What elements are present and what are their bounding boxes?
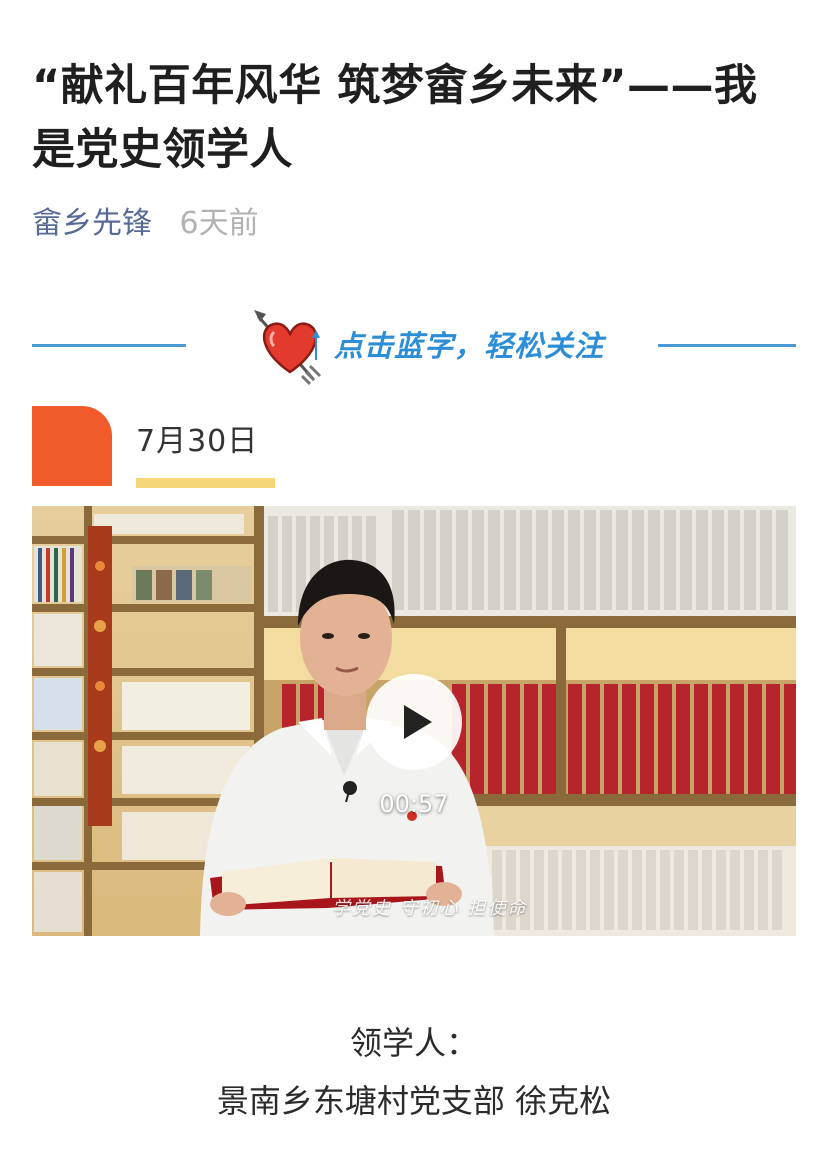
play-icon <box>404 705 432 739</box>
caption-label: 领学人： <box>349 1024 478 1062</box>
play-button[interactable] <box>366 674 462 770</box>
date-accent-block <box>32 406 112 486</box>
divider-line-right <box>658 344 796 347</box>
date-label: 7月30日 <box>136 424 259 459</box>
caption-name: 景南乡东塘村党支部 徐克松 <box>216 1082 612 1120</box>
article-title: “献礼百年风华 筑梦畲乡未来”——我是党史领学人 <box>32 61 758 175</box>
publish-time: 6天前 <box>179 206 259 241</box>
author-link[interactable]: 畲乡先锋 <box>32 206 152 241</box>
follow-banner[interactable]: 点击蓝字，轻松关注 <box>32 306 796 386</box>
date-header: 7月30日 <box>32 406 292 490</box>
date-underline <box>136 478 275 488</box>
video-player[interactable]: 00:57 学党史 守初心 担使命 <box>32 506 796 936</box>
follow-prompt-text[interactable]: 点击蓝字，轻松关注 <box>334 326 604 366</box>
video-subtitle: 学党史 守初心 担使命 <box>332 898 528 919</box>
article-meta: 畲乡先锋 6天前 <box>32 204 259 244</box>
video-duration: 00:57 <box>379 790 449 818</box>
divider-line-left <box>32 344 186 347</box>
heart-arrow-icon <box>250 306 330 386</box>
